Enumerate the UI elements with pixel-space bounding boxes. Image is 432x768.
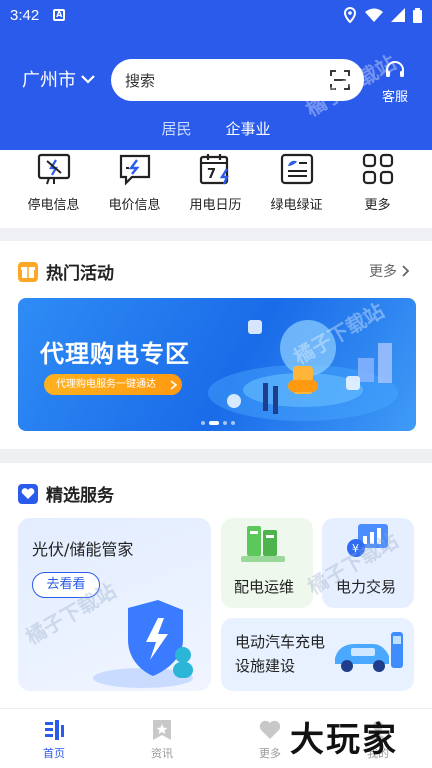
signal-icon — [391, 8, 405, 22]
grid-icon — [362, 153, 393, 185]
calendar-icon: 7 — [199, 154, 229, 185]
price-icon — [119, 154, 150, 186]
svg-text:¥: ¥ — [352, 542, 359, 555]
promo-banner[interactable]: 代理购电专区 代理购电服务一键通达 橘子下载站 — [18, 298, 416, 431]
ev-charging-card[interactable]: 电动汽车充电 设施建设 — [221, 618, 414, 691]
distribution-ops-title: 配电运维 — [234, 578, 295, 596]
pv-storage-title: 光伏/储能管家 — [32, 540, 134, 559]
shield-lightning-icon — [93, 600, 193, 688]
nav-home[interactable]: 首页 — [0, 709, 108, 768]
quick-link-calendar[interactable]: 7 用电日历 — [175, 150, 256, 228]
distribution-ops-card[interactable]: 配电运维 — [221, 518, 313, 608]
carousel-indicator — [201, 421, 235, 425]
carousel-dot[interactable] — [201, 421, 205, 425]
chevron-down-icon — [81, 75, 95, 84]
quick-link-label: 电价信息 — [108, 198, 161, 213]
customer-service-label: 客服 — [381, 90, 408, 105]
hot-activities-section: 热门活动 更多 代理购电专区 代理购电服务一键通达 橘子下载站 — [0, 241, 432, 449]
section-title: 热门活动 — [18, 259, 114, 284]
quick-link-label: 绿电绿证 — [270, 198, 323, 213]
ev-charging-title-line1: 电动汽车充电 — [235, 633, 326, 651]
carousel-dot[interactable] — [223, 421, 227, 425]
status-bar: 3:42 A — [0, 0, 432, 30]
wifi-icon — [365, 8, 383, 22]
banner-cta-arrow-icon — [170, 380, 178, 390]
quick-link-outage[interactable]: 停电信息 — [13, 150, 94, 228]
quick-link-green-cert[interactable]: 绿电绿证 — [256, 150, 337, 228]
chevron-right-icon — [402, 265, 410, 277]
nav-label: 资讯 — [151, 747, 173, 760]
hot-activities-more-link[interactable]: 更多 — [369, 261, 410, 281]
section-title: 精选服务 — [18, 481, 114, 506]
location-icon — [343, 7, 357, 23]
news-icon — [153, 720, 171, 740]
more-label: 更多 — [369, 264, 397, 280]
power-trading-title: 电力交易 — [336, 578, 397, 596]
heart-badge-icon — [18, 483, 38, 504]
tab-resident[interactable]: 居民 — [161, 118, 191, 139]
quick-link-label: 更多 — [364, 198, 391, 213]
search-bar[interactable]: 搜索 — [111, 59, 364, 101]
tab-enterprise[interactable]: 企事业 — [226, 118, 271, 139]
city-selector[interactable]: 广州市 — [22, 66, 96, 92]
banner-title: 代理购电专区 — [40, 340, 190, 368]
status-icons — [343, 7, 422, 23]
nav-label: 首页 — [43, 747, 65, 760]
heart-more-icon — [259, 720, 281, 739]
pv-go-button[interactable]: 去看看 — [32, 572, 100, 598]
corner-watermark-logo: 大玩家 — [290, 720, 398, 760]
quick-links: 停电信息 电价信息 7 用电日历 绿电绿证 更多 — [0, 150, 432, 228]
city-label: 广州市 — [22, 70, 76, 91]
trading-chart-icon: ¥ — [347, 524, 388, 557]
home-icon — [45, 720, 64, 740]
quick-link-price[interactable]: 电价信息 — [94, 150, 175, 228]
notification-app-icon: A — [53, 9, 66, 21]
certificate-icon — [280, 153, 313, 185]
quick-link-more[interactable]: 更多 — [337, 150, 418, 228]
carousel-dot[interactable] — [231, 421, 235, 425]
status-time: 3:42 — [10, 6, 40, 24]
quick-link-label: 用电日历 — [189, 198, 242, 213]
app-header: 3:42 A 广州市 搜索 客服 居民 企事业 橘子下载站 — [0, 0, 432, 150]
headset-icon — [386, 61, 404, 77]
ev-charging-title-line2: 设施建设 — [235, 657, 296, 675]
battery-icon — [413, 7, 422, 23]
featured-services-title: 精选服务 — [46, 486, 114, 506]
banner-cta-button[interactable]: 代理购电服务一键通达 — [44, 374, 182, 395]
power-trading-card[interactable]: ¥ 电力交易 橘子下载站 — [303, 518, 414, 608]
search-input[interactable]: 搜索 — [125, 70, 330, 91]
quick-link-label: 停电信息 — [27, 198, 80, 213]
outage-icon — [37, 153, 70, 185]
pv-storage-card[interactable]: 光伏/储能管家 去看看 橘子下载站 — [18, 518, 211, 691]
scan-icon[interactable] — [330, 70, 350, 90]
customer-service-button[interactable]: 客服 — [378, 60, 412, 105]
calendar-day: 7 — [207, 167, 216, 182]
hot-activities-title: 热门活动 — [46, 264, 114, 284]
nav-label: 更多 — [259, 747, 281, 760]
ev-car-icon — [335, 632, 403, 672]
nav-news[interactable]: 资讯 — [108, 709, 216, 768]
transformer-icon — [241, 526, 285, 562]
carousel-dot-active[interactable] — [209, 421, 219, 425]
gift-icon — [18, 261, 38, 282]
user-type-tabs: 居民 企事业 — [0, 118, 432, 139]
featured-services-section: 精选服务 光伏/储能管家 去看看 橘子下载站 配电运维 ¥ 电力交易 橘子下载站… — [0, 463, 432, 708]
